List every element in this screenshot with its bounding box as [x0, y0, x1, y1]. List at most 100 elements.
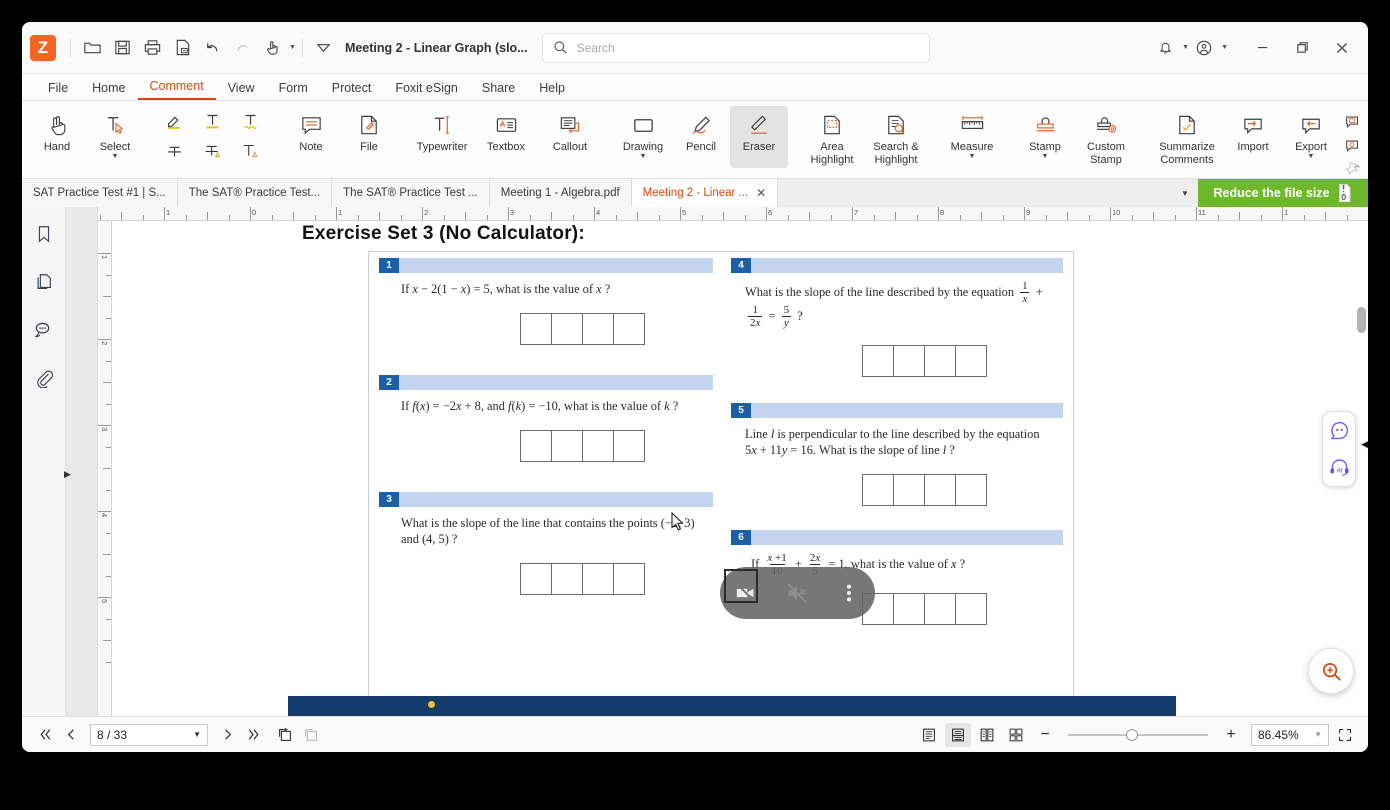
callout-tool[interactable]: Callout	[538, 106, 602, 168]
answer-cell[interactable]	[862, 474, 894, 506]
doc-tab-1[interactable]: The SAT® Practice Test...	[177, 179, 333, 207]
more-options-icon[interactable]	[832, 576, 866, 610]
collapse-ribbon-icon[interactable]: ⌃	[1353, 163, 1362, 176]
zoom-dropdown-caret-icon[interactable]: ▼	[1314, 730, 1322, 739]
menu-share[interactable]: Share	[470, 81, 527, 100]
menu-file[interactable]: File	[36, 81, 80, 100]
close-button[interactable]	[1322, 31, 1362, 65]
menu-protect[interactable]: Protect	[320, 81, 384, 100]
doc-tab-2[interactable]: The SAT® Practice Test ...	[332, 179, 490, 207]
textbox-tool[interactable]: Textbox	[474, 106, 538, 168]
menu-home[interactable]: Home	[80, 81, 137, 100]
question-2-answer-grid[interactable]	[520, 430, 713, 462]
answer-cell[interactable]	[551, 430, 583, 462]
bookmark-icon[interactable]	[31, 221, 57, 247]
question-5-answer-grid[interactable]	[862, 474, 1063, 506]
question-6-answer-grid[interactable]	[862, 593, 1063, 625]
answer-cell[interactable]	[613, 313, 645, 345]
account-icon[interactable]	[1189, 33, 1219, 63]
minimize-button[interactable]	[1242, 31, 1282, 65]
restore-button[interactable]	[1282, 31, 1322, 65]
pencil-tool[interactable]: Pencil	[672, 106, 730, 168]
touch-mode-caret-icon[interactable]: ▼	[289, 44, 296, 51]
drawing-dropdown-caret-icon[interactable]: ▼	[640, 153, 647, 161]
answer-cell[interactable]	[893, 474, 925, 506]
answer-cell[interactable]	[613, 563, 645, 595]
question-3-answer-grid[interactable]	[520, 563, 713, 595]
menu-view[interactable]: View	[216, 81, 267, 100]
zoom-fab-button[interactable]	[1308, 648, 1354, 694]
doc-tab-3[interactable]: Meeting 1 - Algebra.pdf	[489, 179, 632, 207]
ai-assistant-icon[interactable]: AI	[1328, 456, 1351, 479]
close-tab-icon[interactable]: ✕	[756, 186, 766, 200]
search-input[interactable]	[576, 40, 919, 55]
zoom-level-input[interactable]: 86.45% ▼	[1251, 723, 1329, 746]
summarize-comments-tool[interactable]: Summarize Comments	[1150, 106, 1224, 168]
answer-cell[interactable]	[955, 345, 987, 377]
facing-continuous-view-button[interactable]	[1003, 723, 1029, 747]
answer-cell[interactable]	[582, 563, 614, 595]
question-4-answer-grid[interactable]	[862, 345, 1063, 377]
customize-quick-access-icon[interactable]	[309, 33, 339, 63]
answer-cell[interactable]	[520, 563, 552, 595]
measure-tool[interactable]: Measure ▼	[940, 106, 1004, 168]
export-dropdown-caret-icon[interactable]: ▼	[1308, 153, 1315, 161]
search-box[interactable]	[541, 32, 930, 63]
answer-cell[interactable]	[893, 345, 925, 377]
last-page-button[interactable]	[240, 723, 266, 747]
first-page-button[interactable]	[32, 723, 58, 747]
export-page-icon[interactable]	[167, 33, 197, 63]
answer-cell[interactable]	[955, 593, 987, 625]
answer-cell[interactable]	[924, 474, 956, 506]
answer-cell[interactable]	[551, 313, 583, 345]
mic-muted-icon[interactable]	[780, 576, 814, 610]
answer-cell[interactable]	[955, 474, 987, 506]
page-canvas[interactable]: Exercise Set 3 (No Calculator): 1 If x −…	[112, 221, 1368, 716]
single-page-view-button[interactable]	[916, 723, 942, 747]
zoom-slider[interactable]	[1068, 728, 1208, 742]
manage-comments-button[interactable]: Manage Comments ▼	[1340, 133, 1368, 157]
replace-text-tool[interactable]	[194, 136, 232, 166]
import-comments-tool[interactable]: Import	[1224, 106, 1282, 168]
answer-cell[interactable]	[520, 430, 552, 462]
doc-tab-4[interactable]: Meeting 2 - Linear ... ✕	[631, 179, 779, 207]
export-comments-tool[interactable]: Export ▼	[1282, 106, 1340, 168]
print-icon[interactable]	[137, 33, 167, 63]
previous-page-button[interactable]	[58, 723, 84, 747]
eraser-tool[interactable]: Eraser	[730, 106, 788, 168]
file-attach-tool[interactable]: File	[340, 106, 398, 168]
squiggly-tool[interactable]	[232, 106, 270, 136]
zoom-slider-knob[interactable]	[1126, 728, 1138, 741]
area-highlight-tool[interactable]: Area Highlight	[800, 106, 864, 168]
notification-bell-icon[interactable]	[1150, 33, 1180, 63]
undo-icon[interactable]	[197, 33, 227, 63]
menu-help[interactable]: Help	[527, 81, 577, 100]
touch-mode-icon[interactable]	[257, 33, 287, 63]
answer-cell[interactable]	[520, 313, 552, 345]
highlight-tool[interactable]	[156, 106, 194, 136]
custom-stamp-tool[interactable]: Custom Stamp	[1074, 106, 1138, 168]
save-icon[interactable]	[107, 33, 137, 63]
answer-cell[interactable]	[862, 345, 894, 377]
stamp-tool[interactable]: Stamp ▼	[1016, 106, 1074, 168]
measure-dropdown-caret-icon[interactable]: ▼	[969, 153, 976, 161]
note-tool[interactable]: Note	[282, 106, 340, 168]
pages-icon[interactable]	[31, 269, 57, 295]
menu-form[interactable]: Form	[267, 81, 320, 100]
answer-cell[interactable]	[924, 345, 956, 377]
tab-list-caret-icon[interactable]: ▼	[1172, 179, 1198, 207]
answer-cell[interactable]	[582, 313, 614, 345]
facing-view-button[interactable]	[974, 723, 1000, 747]
menu-foxit-esign[interactable]: Foxit eSign	[383, 81, 470, 100]
reduce-file-size-button[interactable]: Reduce the file size	[1198, 179, 1368, 207]
question-1-answer-grid[interactable]	[520, 313, 713, 345]
account-caret-icon[interactable]: ▼	[1221, 44, 1228, 51]
menu-comment[interactable]: Comment	[137, 79, 216, 100]
zoom-out-button[interactable]: −	[1032, 723, 1058, 747]
select-tool[interactable]: Select ▼	[86, 106, 144, 168]
page-dropdown-caret-icon[interactable]: ▼	[193, 730, 201, 739]
drawing-tool[interactable]: Drawing ▼	[614, 106, 672, 168]
answer-cell[interactable]	[582, 430, 614, 462]
typewriter-tool[interactable]: Typewriter	[410, 106, 474, 168]
page-number-input[interactable]: 8 / 33 ▼	[90, 723, 208, 746]
